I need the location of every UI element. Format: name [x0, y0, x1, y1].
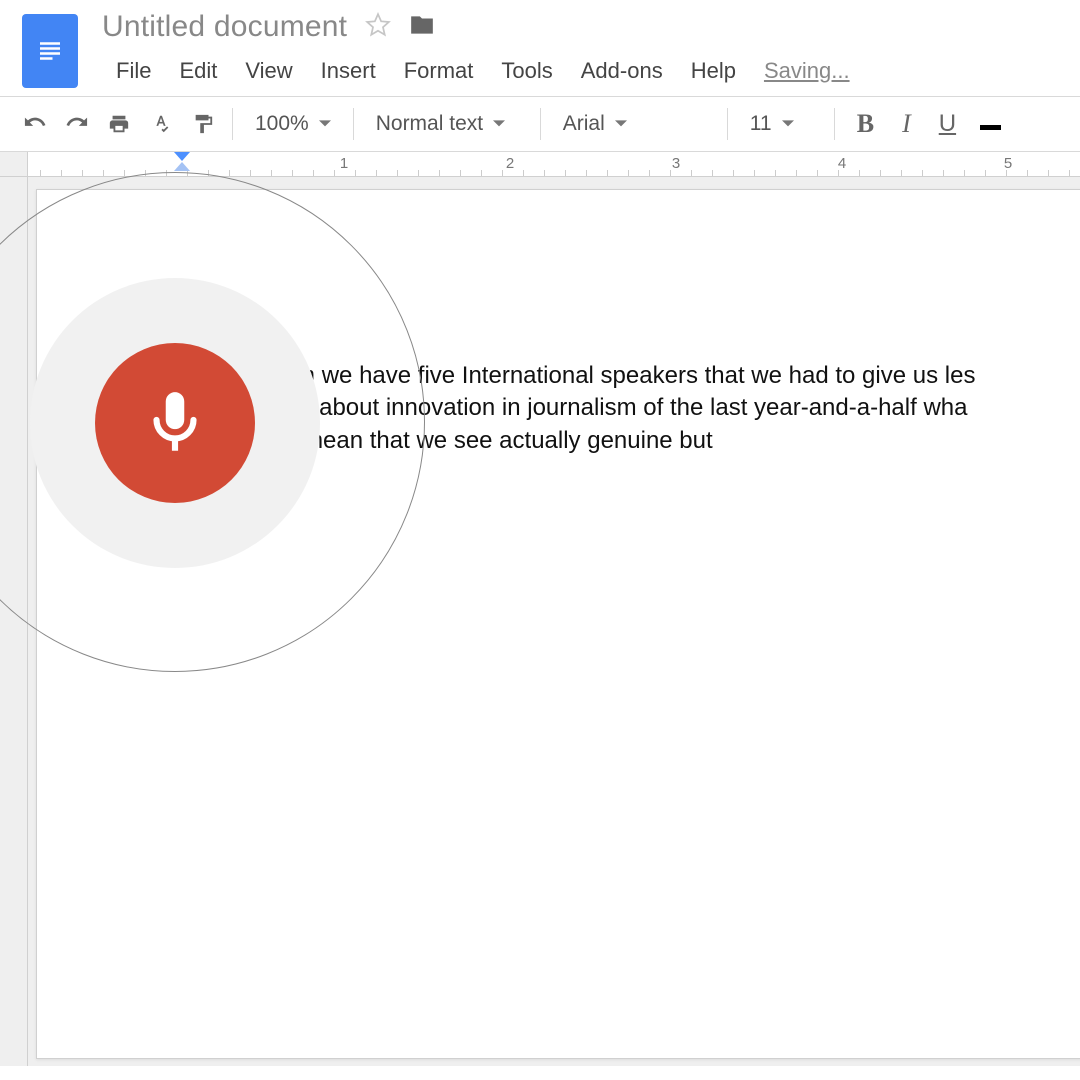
app-header: Untitled document File Edit View Insert … [0, 0, 1080, 88]
toolbar-separator [353, 108, 354, 140]
chevron-down-icon [493, 112, 505, 136]
paragraph-style-value: Normal text [376, 112, 483, 136]
ruler-mark: 3 [672, 155, 680, 172]
ruler-mark: 2 [506, 155, 514, 172]
horizontal-ruler[interactable]: 1 2 3 4 5 [0, 152, 1080, 176]
paint-format-button[interactable] [182, 97, 224, 151]
microphone-icon [138, 386, 212, 460]
font-select[interactable]: Arial [549, 112, 719, 136]
menu-edit[interactable]: Edit [165, 54, 231, 88]
toolbar-separator [540, 108, 541, 140]
zoom-select[interactable]: 100% [241, 112, 345, 136]
docs-logo[interactable] [22, 14, 78, 88]
bold-button[interactable]: B [843, 109, 888, 139]
ruler-mark: 4 [838, 155, 846, 172]
chevron-down-icon [782, 112, 794, 136]
paragraph-style-select[interactable]: Normal text [362, 112, 532, 136]
toolbar: 100% Normal text Arial 11 B I U A [0, 96, 1080, 152]
toolbar-separator [834, 108, 835, 140]
menu-view[interactable]: View [231, 54, 306, 88]
zoom-value: 100% [255, 112, 309, 136]
page-gutter [0, 177, 28, 1066]
redo-button[interactable] [56, 97, 98, 151]
star-icon[interactable] [365, 12, 391, 43]
italic-button[interactable]: I [888, 109, 925, 139]
font-value: Arial [563, 112, 605, 136]
font-size-value: 11 [750, 112, 772, 136]
toolbar-separator [232, 108, 233, 140]
underline-button[interactable]: U [925, 110, 970, 138]
voice-typing-widget[interactable] [30, 278, 320, 568]
toolbar-separator [727, 108, 728, 140]
menu-insert[interactable]: Insert [307, 54, 390, 88]
chevron-down-icon [615, 112, 627, 136]
spellcheck-button[interactable] [140, 97, 182, 151]
save-status: Saving... [750, 54, 864, 88]
font-size-select[interactable]: 11 [736, 112, 826, 136]
document-title[interactable]: Untitled document [102, 10, 347, 44]
menu-tools[interactable]: Tools [487, 54, 566, 88]
document-body[interactable]: ation Forum we have five International s… [187, 360, 1080, 457]
print-button[interactable] [98, 97, 140, 151]
indent-marker[interactable] [174, 152, 190, 171]
menu-help[interactable]: Help [677, 54, 750, 88]
folder-icon[interactable] [409, 12, 435, 43]
ruler-mark: 1 [340, 155, 348, 172]
text-color-button[interactable]: A [970, 110, 1007, 138]
menu-file[interactable]: File [102, 54, 165, 88]
menu-addons[interactable]: Add-ons [567, 54, 677, 88]
menu-format[interactable]: Format [390, 54, 488, 88]
voice-record-button[interactable] [95, 343, 255, 503]
undo-button[interactable] [14, 97, 56, 151]
chevron-down-icon [319, 112, 331, 136]
docs-logo-icon [35, 36, 65, 66]
menu-bar: File Edit View Insert Format Tools Add-o… [102, 54, 864, 88]
